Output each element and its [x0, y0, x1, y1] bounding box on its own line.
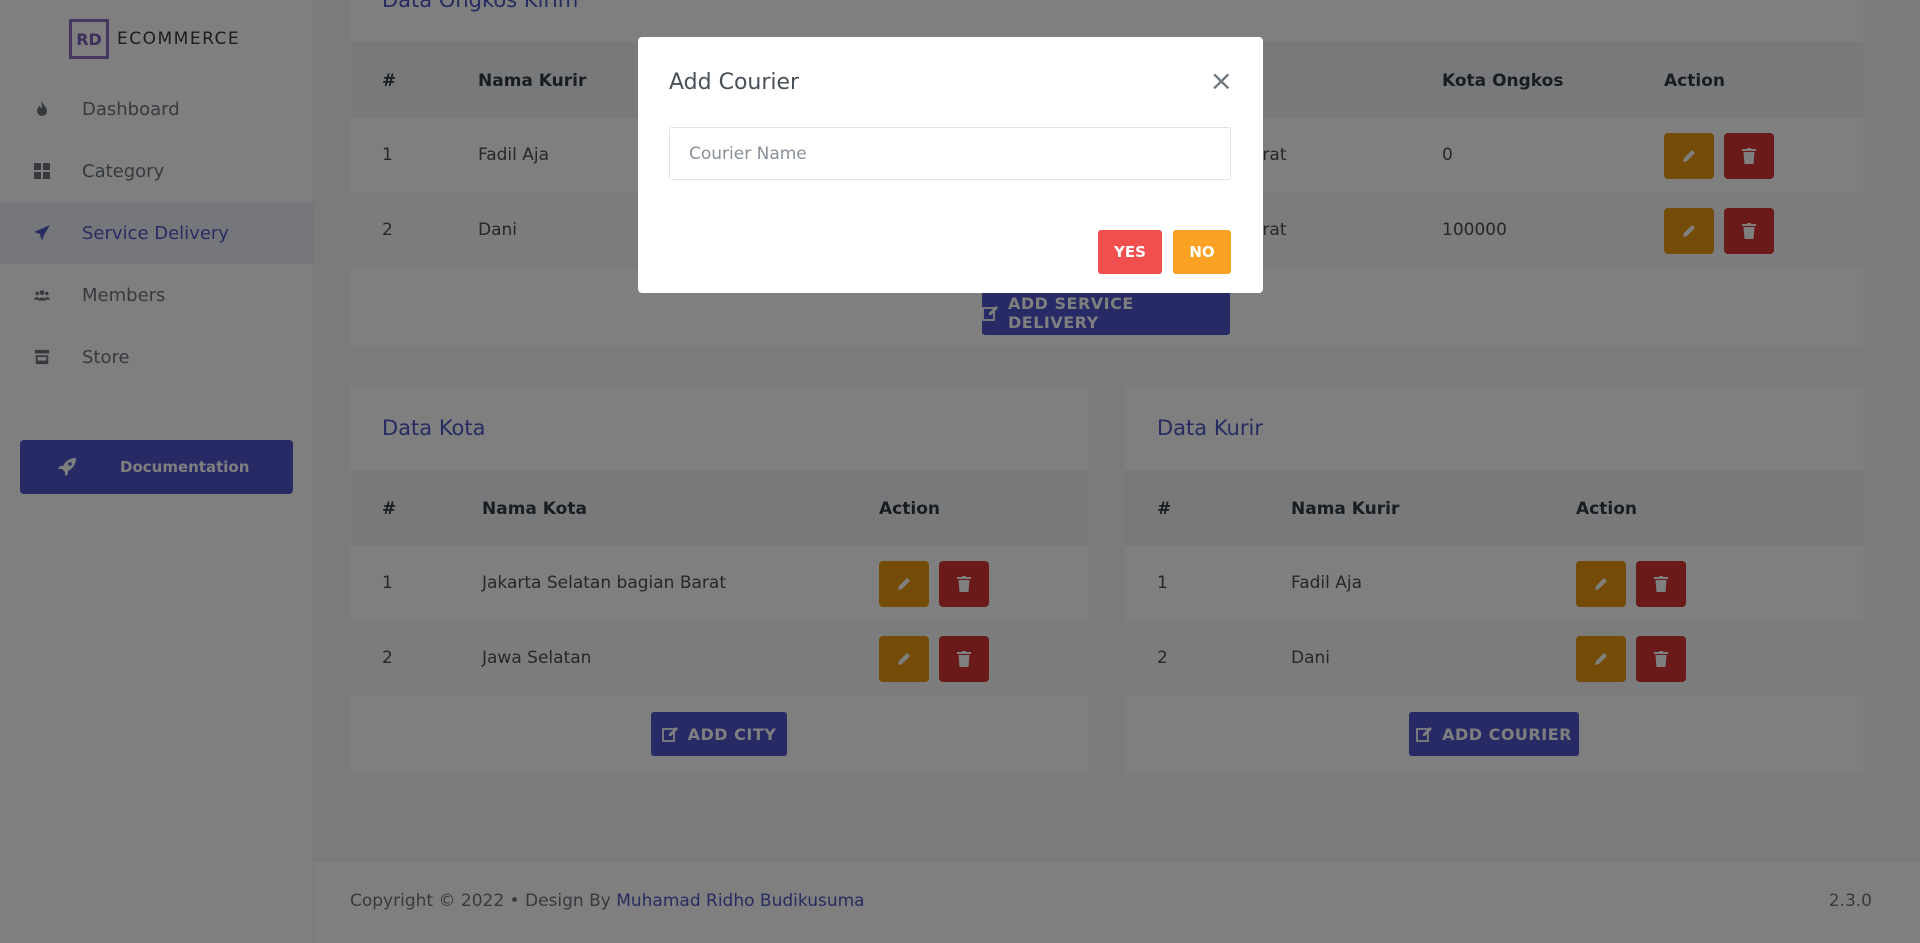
close-icon[interactable]: × [1210, 67, 1233, 95]
yes-button[interactable]: YES [1098, 230, 1162, 274]
courier-name-input[interactable] [669, 127, 1231, 180]
no-button[interactable]: NO [1173, 230, 1231, 274]
add-courier-modal: Add Courier × YES NO [638, 37, 1263, 293]
modal-title: Add Courier [669, 70, 800, 95]
